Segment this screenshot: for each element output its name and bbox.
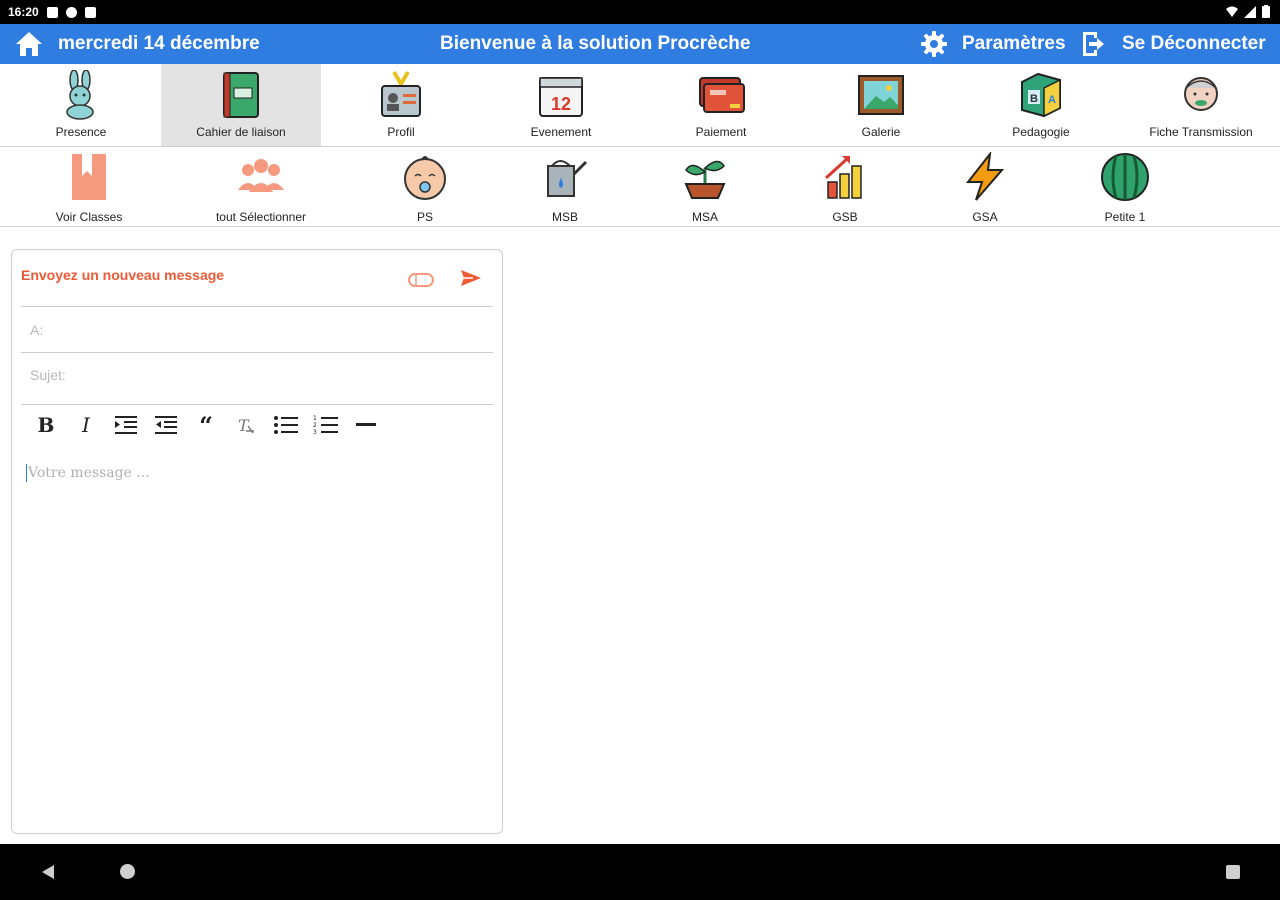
divider	[21, 306, 493, 307]
nav-label: Paiement	[695, 125, 747, 139]
class-label: MSB	[551, 210, 578, 224]
svg-text:T: T	[238, 416, 250, 435]
system-nav-bar	[0, 844, 1280, 900]
divider	[21, 404, 493, 405]
svg-text:2: 2	[313, 422, 317, 429]
subject-field[interactable]	[21, 355, 493, 395]
send-icon[interactable]	[460, 268, 482, 288]
recent-apps-icon[interactable]	[1226, 865, 1240, 879]
svg-text:B: B	[1030, 93, 1038, 105]
nav-label: Cahier de liaison	[196, 125, 286, 139]
class-item-tout-selectionner[interactable]: tout Sélectionner	[191, 148, 331, 226]
current-date: mercredi 14 décembre	[58, 33, 260, 54]
class-item-msb[interactable]: MSB	[495, 148, 635, 226]
outdent-icon[interactable]	[146, 410, 186, 440]
svg-text:3: 3	[313, 429, 317, 435]
class-label: MSA	[691, 210, 718, 224]
sim-icon	[84, 6, 96, 18]
nav-item-paiement[interactable]: Paiement	[641, 64, 801, 146]
nav-item-cahier-de-liaison[interactable]: Cahier de liaison	[161, 64, 321, 146]
nav-item-evenement[interactable]: 12 Evenement	[481, 64, 641, 146]
growth-chart-icon	[824, 156, 862, 199]
picture-icon	[858, 75, 904, 115]
status-bar: 16:20	[0, 0, 1280, 24]
signal-icon	[1244, 5, 1256, 18]
settings-button[interactable]: Paramètres	[962, 33, 1066, 55]
bold-icon[interactable]: B	[26, 410, 66, 440]
nav-label: Presence	[55, 125, 107, 139]
grandpa-icon	[1184, 77, 1218, 111]
italic-icon[interactable]: I	[66, 410, 106, 440]
class-item-gsa[interactable]: GSA	[915, 148, 1055, 226]
main-nav: Presence Cahier de liaison Profil 12 Eve…	[0, 64, 1280, 147]
nav-label: Galerie	[861, 125, 901, 139]
svg-text:1: 1	[313, 415, 317, 422]
message-editor[interactable]: Votre message ...	[26, 464, 486, 804]
status-time: 16:20	[8, 5, 39, 19]
nav-item-fiche-transmission[interactable]: Fiche Transmission	[1121, 64, 1280, 146]
bookmark-icon	[72, 154, 106, 200]
class-item-gsb[interactable]: GSB	[775, 148, 915, 226]
page-title: Bienvenue à la solution Procrèche	[440, 33, 751, 54]
horizontal-rule-icon[interactable]	[346, 410, 386, 440]
nav-label: Pedagogie	[1012, 125, 1070, 139]
class-label: Voir Classes	[55, 210, 123, 224]
class-selector: Voir Classes tout Sélectionner PS MSB MS…	[0, 148, 1280, 227]
melon-icon	[1101, 153, 1149, 201]
nav-item-presence[interactable]: Presence	[1, 64, 161, 146]
clear-format-icon[interactable]: T	[226, 410, 266, 440]
compose-title: Envoyez un nouveau message	[21, 267, 225, 283]
class-label: tout Sélectionner	[215, 210, 307, 224]
class-item-ps[interactable]: PS	[355, 148, 495, 226]
recipient-field[interactable]	[21, 310, 493, 350]
class-label: PS	[416, 210, 433, 224]
baby-icon	[404, 156, 446, 200]
formatting-toolbar: B I “ T 123	[26, 410, 386, 440]
class-item-msa[interactable]: MSA	[635, 148, 775, 226]
back-icon[interactable]	[40, 864, 56, 880]
notebook-icon	[223, 72, 259, 118]
nav-item-profil[interactable]: Profil	[321, 64, 481, 146]
nav-label: Evenement	[530, 125, 592, 139]
divider	[21, 352, 493, 353]
lightning-icon	[965, 152, 1005, 201]
logout-button[interactable]: Se Déconnecter	[1122, 33, 1266, 55]
app-header: mercredi 14 décembre Bienvenue à la solu…	[0, 24, 1280, 64]
calendar-number: 12	[551, 94, 571, 114]
wifi-icon	[1226, 6, 1238, 17]
notification-icon	[46, 6, 58, 18]
message-placeholder: Votre message ...	[28, 465, 150, 481]
class-label: Petite 1	[1104, 210, 1146, 224]
svg-text:A: A	[1048, 94, 1056, 106]
text-cursor	[26, 464, 27, 482]
nav-label: Fiche Transmission	[1149, 125, 1253, 139]
bunny-icon	[66, 70, 94, 120]
nav-label: Profil	[387, 125, 415, 139]
battery-icon	[1262, 5, 1270, 18]
nav-item-pedagogie[interactable]: B A Pedagogie	[961, 64, 1121, 146]
card-icon	[699, 77, 745, 113]
bullet-list-icon[interactable]	[266, 410, 306, 440]
group-icon	[238, 159, 284, 192]
id-badge-icon	[381, 70, 421, 117]
compose-message-card: Envoyez un nouveau message B I “ T 123	[11, 249, 503, 834]
nav-item-galerie[interactable]: Galerie	[801, 64, 961, 146]
logout-icon[interactable]	[1080, 30, 1106, 58]
home-icon[interactable]	[14, 30, 44, 58]
calendar-icon: 12	[539, 77, 583, 117]
blocks-icon: B A	[1021, 72, 1061, 118]
home-button-icon[interactable]	[120, 864, 135, 879]
gear-icon[interactable]	[920, 30, 948, 58]
watering-can-icon	[547, 160, 588, 197]
numbered-list-icon[interactable]: 123	[306, 410, 346, 440]
sprout-icon	[684, 160, 726, 199]
class-item-voir-classes[interactable]: Voir Classes	[19, 148, 159, 226]
class-label: GSB	[832, 210, 858, 224]
notification-icon	[65, 6, 77, 18]
quote-icon[interactable]: “	[186, 410, 226, 440]
eraser-icon[interactable]	[408, 272, 434, 288]
class-item-petite-1[interactable]: Petite 1	[1055, 148, 1195, 226]
indent-icon[interactable]	[106, 410, 146, 440]
class-label: GSA	[972, 210, 998, 224]
